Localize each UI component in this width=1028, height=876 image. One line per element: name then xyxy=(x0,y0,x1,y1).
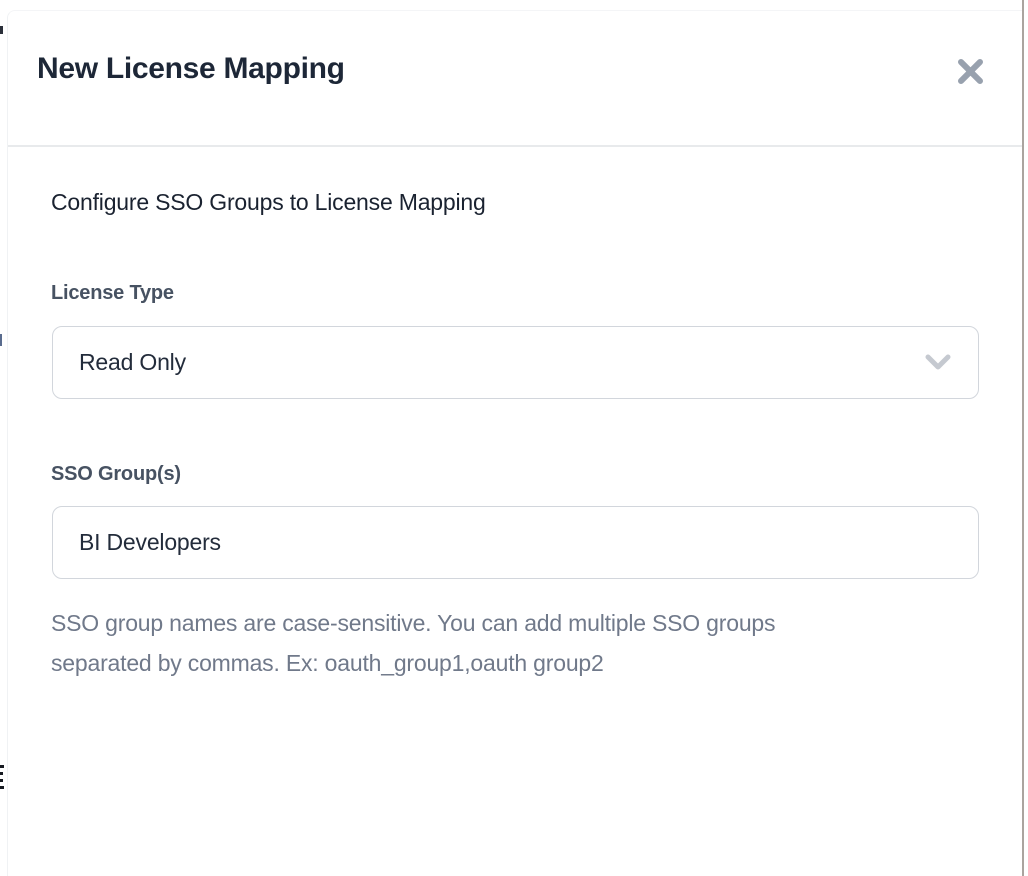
close-button[interactable] xyxy=(948,51,992,93)
chevron-down-icon xyxy=(922,353,954,373)
page-edge-fragment xyxy=(0,26,3,34)
page-edge-fragment xyxy=(0,334,2,346)
sso-groups-input[interactable] xyxy=(52,506,979,579)
close-icon xyxy=(955,57,986,87)
page-edge-fragment xyxy=(0,772,3,775)
license-type-selected-value: Read Only xyxy=(79,349,922,376)
page-right-edge xyxy=(1022,0,1024,876)
sso-groups-hint-line2: separated by commas. Ex: oauth_group1,oa… xyxy=(51,643,775,683)
header-divider xyxy=(8,145,1022,147)
new-license-mapping-modal: New License Mapping Configure SSO Groups… xyxy=(7,10,1022,876)
page-edge-fragment xyxy=(0,765,4,768)
modal-subtitle: Configure SSO Groups to License Mapping xyxy=(51,187,486,217)
sso-groups-hint-line1: SSO group names are case-sensitive. You … xyxy=(51,603,775,643)
sso-groups-label: SSO Group(s) xyxy=(51,461,181,487)
modal-title: New License Mapping xyxy=(37,52,345,86)
license-type-label: License Type xyxy=(51,280,174,306)
sso-groups-hint: SSO group names are case-sensitive. You … xyxy=(51,603,775,683)
page-edge-fragment xyxy=(0,786,4,789)
page-edge-fragment xyxy=(0,779,3,782)
license-type-select[interactable]: Read Only xyxy=(52,326,979,399)
